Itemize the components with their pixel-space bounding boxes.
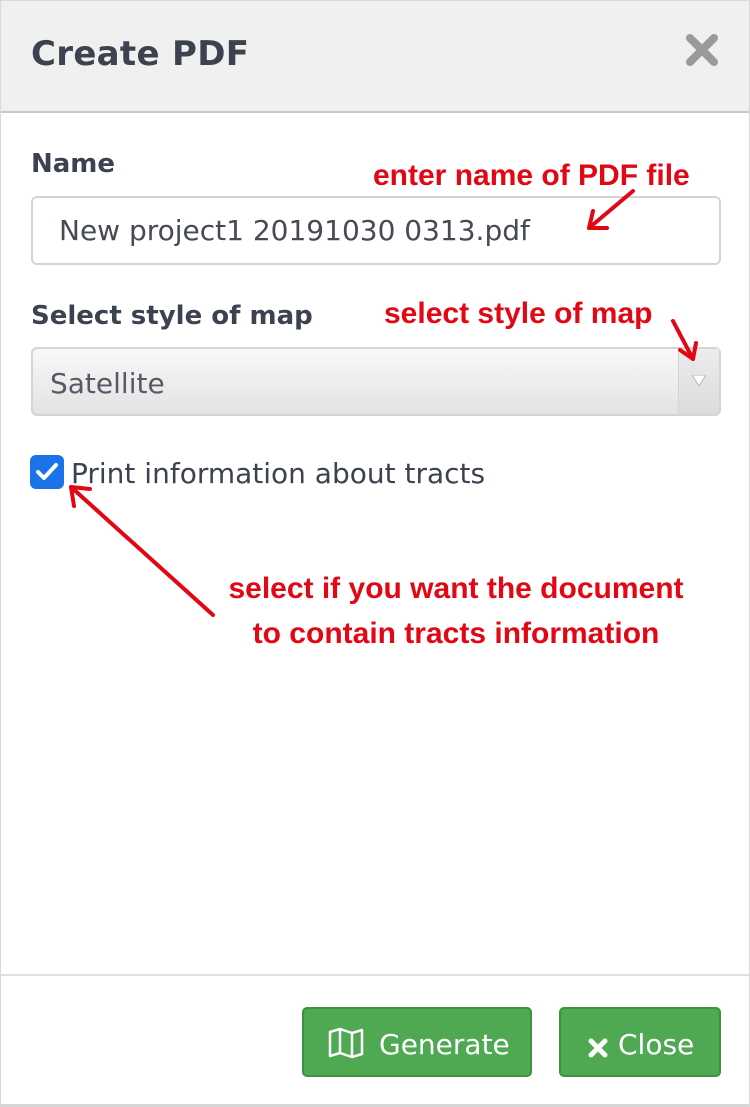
map-style-select[interactable]: Satellite bbox=[31, 347, 721, 416]
checkmark-icon bbox=[36, 463, 58, 480]
annotation-tracts-hint-line2: to contain tracts information bbox=[252, 617, 660, 650]
generate-button-label: Generate bbox=[379, 1028, 510, 1061]
tracts-info-checkbox[interactable] bbox=[30, 455, 64, 489]
map-style-label: Select style of map bbox=[31, 301, 313, 331]
name-label: Name bbox=[31, 149, 116, 179]
generate-button[interactable]: Generate bbox=[302, 1007, 532, 1077]
annotation-tracts-hint-line1: select if you want the document bbox=[228, 572, 684, 605]
dialog-title: Create PDF bbox=[31, 34, 250, 74]
footer-divider bbox=[1, 974, 749, 976]
map-style-selected-value: Satellite bbox=[50, 367, 165, 400]
annotation-name-hint: enter name of PDF file bbox=[373, 159, 690, 192]
annotation-style-hint: select style of map bbox=[384, 297, 653, 330]
close-icon bbox=[587, 1033, 609, 1066]
close-button-label: Close bbox=[618, 1028, 695, 1061]
annotation-tracts-hint: select if you want the document to conta… bbox=[191, 566, 721, 656]
select-dropdown-toggle[interactable] bbox=[678, 349, 719, 414]
dialog-header: Create PDF bbox=[1, 1, 749, 113]
create-pdf-dialog: Create PDF Name Select style of map Sate… bbox=[0, 0, 750, 1107]
close-x-icon[interactable] bbox=[684, 32, 720, 68]
tracts-info-label[interactable]: Print information about tracts bbox=[71, 457, 485, 490]
close-button[interactable]: Close bbox=[559, 1007, 721, 1077]
pdf-name-input[interactable] bbox=[31, 196, 721, 265]
triangle-down-icon bbox=[692, 375, 706, 387]
map-icon bbox=[328, 1027, 364, 1066]
